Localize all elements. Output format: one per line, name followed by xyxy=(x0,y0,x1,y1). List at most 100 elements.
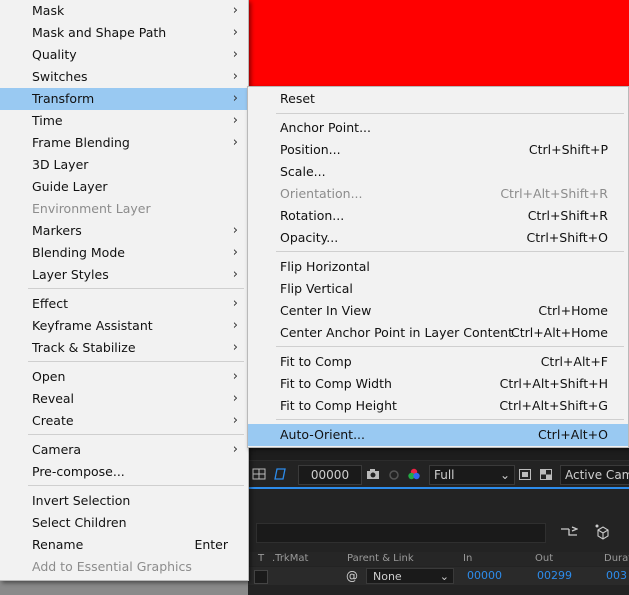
menu-item-invert-selection[interactable]: Invert Selection xyxy=(0,490,248,512)
menu-item-shortcut: Ctrl+Home xyxy=(538,303,608,318)
menu-item-label: Create xyxy=(32,413,74,428)
mask-path-icon[interactable] xyxy=(272,465,288,483)
menu-item-select-children[interactable]: Select Children xyxy=(0,512,248,534)
col-parent: Parent & Link xyxy=(347,553,414,564)
chevron-right-icon: › xyxy=(232,369,238,384)
resolution-value: Full xyxy=(434,468,455,482)
submenu-item-fit-to-comp-width[interactable]: Fit to Comp Width Ctrl+Alt+Shift+H xyxy=(248,373,628,395)
col-trkmat: .TrkMat xyxy=(272,553,309,564)
show-snapshot-icon[interactable] xyxy=(387,465,401,483)
color-channels-icon[interactable] xyxy=(407,465,421,483)
out-point[interactable]: 00299 xyxy=(537,567,572,585)
menu-item-label: Track & Stabilize xyxy=(32,340,136,355)
menu-item-label: Anchor Point... xyxy=(280,120,371,135)
submenu-item-flip-vertical[interactable]: Flip Vertical xyxy=(248,278,628,300)
parent-select[interactable]: None ⌄ xyxy=(366,568,454,584)
composition-viewer xyxy=(248,0,629,86)
transform-submenu: Reset Anchor Point... Position... Ctrl+Shif… xyxy=(247,86,629,448)
timeline-search-input[interactable] xyxy=(256,523,546,543)
table-row[interactable]: @ None ⌄ 00000 00299 003 xyxy=(248,567,629,585)
menu-item-label: Environment Layer xyxy=(32,201,151,216)
menu-item-label: Time xyxy=(32,113,63,128)
submenu-item-center-in-view[interactable]: Center In View Ctrl+Home xyxy=(248,300,628,322)
layer-row-strip xyxy=(0,580,248,595)
in-point[interactable]: 00000 xyxy=(467,567,502,585)
submenu-item-center-anchor-point-in-layer-content[interactable]: Center Anchor Point in Layer Content Ctrl… xyxy=(248,322,628,344)
menu-item-label: Invert Selection xyxy=(32,493,131,508)
menu-separator xyxy=(276,113,624,114)
menu-item-label: Keyframe Assistant xyxy=(32,318,153,333)
menu-item-label: Open xyxy=(32,369,66,384)
menu-item-label: Pre-compose... xyxy=(32,464,125,479)
trkmat-checkbox[interactable] xyxy=(254,570,268,584)
menu-item-reveal[interactable]: Reveal › xyxy=(0,388,248,410)
menu-item-guide-layer[interactable]: Guide Layer xyxy=(0,176,248,198)
chevron-right-icon: › xyxy=(232,296,238,311)
menu-item-mask-and-shape-path[interactable]: Mask and Shape Path › xyxy=(0,22,248,44)
menu-item-label: Orientation... xyxy=(280,186,363,201)
grid-icon[interactable] xyxy=(252,465,266,483)
menu-item-open[interactable]: Open › xyxy=(0,366,248,388)
chevron-right-icon: › xyxy=(232,3,238,18)
transparency-grid-icon[interactable] xyxy=(539,465,553,483)
menu-item-quality[interactable]: Quality › xyxy=(0,44,248,66)
submenu-item-auto-orient[interactable]: Auto-Orient... Ctrl+Alt+O xyxy=(248,424,628,446)
menu-item-rename[interactable]: Rename Enter xyxy=(0,534,248,556)
menu-item-markers[interactable]: Markers › xyxy=(0,220,248,242)
submenu-item-rotation[interactable]: Rotation... Ctrl+Shift+R xyxy=(248,205,628,227)
menu-item-label: Guide Layer xyxy=(32,179,108,194)
menu-item-blending-mode[interactable]: Blending Mode › xyxy=(0,242,248,264)
chevron-right-icon: › xyxy=(232,267,238,282)
menu-item-label: Position... xyxy=(280,142,341,157)
submenu-item-reset[interactable]: Reset xyxy=(248,88,628,110)
menu-item-shortcut: Ctrl+Alt+Shift+G xyxy=(499,398,608,413)
camera-snapshot-icon[interactable] xyxy=(366,465,380,483)
menu-item-label: Add to Essential Graphics xyxy=(32,559,192,574)
menu-item-layer-styles[interactable]: Layer Styles › xyxy=(0,264,248,286)
menu-item-transform[interactable]: Transform › xyxy=(0,88,248,110)
resolution-select[interactable]: Full ⌄ xyxy=(429,465,515,485)
submenu-item-position[interactable]: Position... Ctrl+Shift+P xyxy=(248,139,628,161)
menu-item-shortcut: Ctrl+Alt+O xyxy=(538,427,608,442)
menu-item-switches[interactable]: Switches › xyxy=(0,66,248,88)
menu-item-track-stabilize[interactable]: Track & Stabilize › xyxy=(0,337,248,359)
submenu-item-fit-to-comp-height[interactable]: Fit to Comp Height Ctrl+Alt+Shift+G xyxy=(248,395,628,417)
submenu-item-opacity[interactable]: Opacity... Ctrl+Shift+O xyxy=(248,227,628,249)
submenu-item-scale[interactable]: Scale... xyxy=(248,161,628,183)
viewer-toolbar: 00000 Full ⌄ Active Came xyxy=(248,460,629,488)
menu-item-keyframe-assistant[interactable]: Keyframe Assistant › xyxy=(0,315,248,337)
menu-item-label: Rotation... xyxy=(280,208,345,223)
region-of-interest-icon[interactable] xyxy=(518,465,532,483)
chevron-right-icon: › xyxy=(232,391,238,406)
menu-item-label: Markers xyxy=(32,223,82,238)
submenu-item-fit-to-comp[interactable]: Fit to Comp Ctrl+Alt+F xyxy=(248,351,628,373)
timecode-field[interactable]: 00000 xyxy=(298,465,362,485)
chevron-down-icon: ⌄ xyxy=(439,570,449,583)
duration[interactable]: 003 xyxy=(606,567,627,585)
menu-item-camera[interactable]: Camera › xyxy=(0,439,248,461)
menu-item-time[interactable]: Time › xyxy=(0,110,248,132)
menu-item-3d-layer[interactable]: 3D Layer xyxy=(0,154,248,176)
menu-item-label: Effect xyxy=(32,296,68,311)
menu-item-mask[interactable]: Mask › xyxy=(0,0,248,22)
menu-item-pre-compose[interactable]: Pre-compose... xyxy=(0,461,248,483)
menu-item-frame-blending[interactable]: Frame Blending › xyxy=(0,132,248,154)
submenu-item-flip-horizontal[interactable]: Flip Horizontal xyxy=(248,256,628,278)
menu-item-effect[interactable]: Effect › xyxy=(0,293,248,315)
chevron-right-icon: › xyxy=(232,91,238,106)
view-select[interactable]: Active Came xyxy=(560,465,629,485)
menu-separator xyxy=(276,419,624,420)
chevron-right-icon: › xyxy=(232,413,238,428)
chevron-right-icon: › xyxy=(232,69,238,84)
menu-item-environment-layer: Environment Layer xyxy=(0,198,248,220)
submenu-item-anchor-point[interactable]: Anchor Point... xyxy=(248,117,628,139)
menu-item-label: Camera xyxy=(32,442,82,457)
menu-item-label: Transform xyxy=(32,91,95,106)
menu-item-label: 3D Layer xyxy=(32,157,89,172)
3d-draft-icon[interactable] xyxy=(593,522,611,543)
menu-item-create[interactable]: Create › xyxy=(0,410,248,432)
pickwhip-icon[interactable]: @ xyxy=(346,567,358,585)
graph-editor-icon[interactable] xyxy=(560,525,579,542)
menu-separator xyxy=(276,346,624,347)
chevron-right-icon: › xyxy=(232,340,238,355)
